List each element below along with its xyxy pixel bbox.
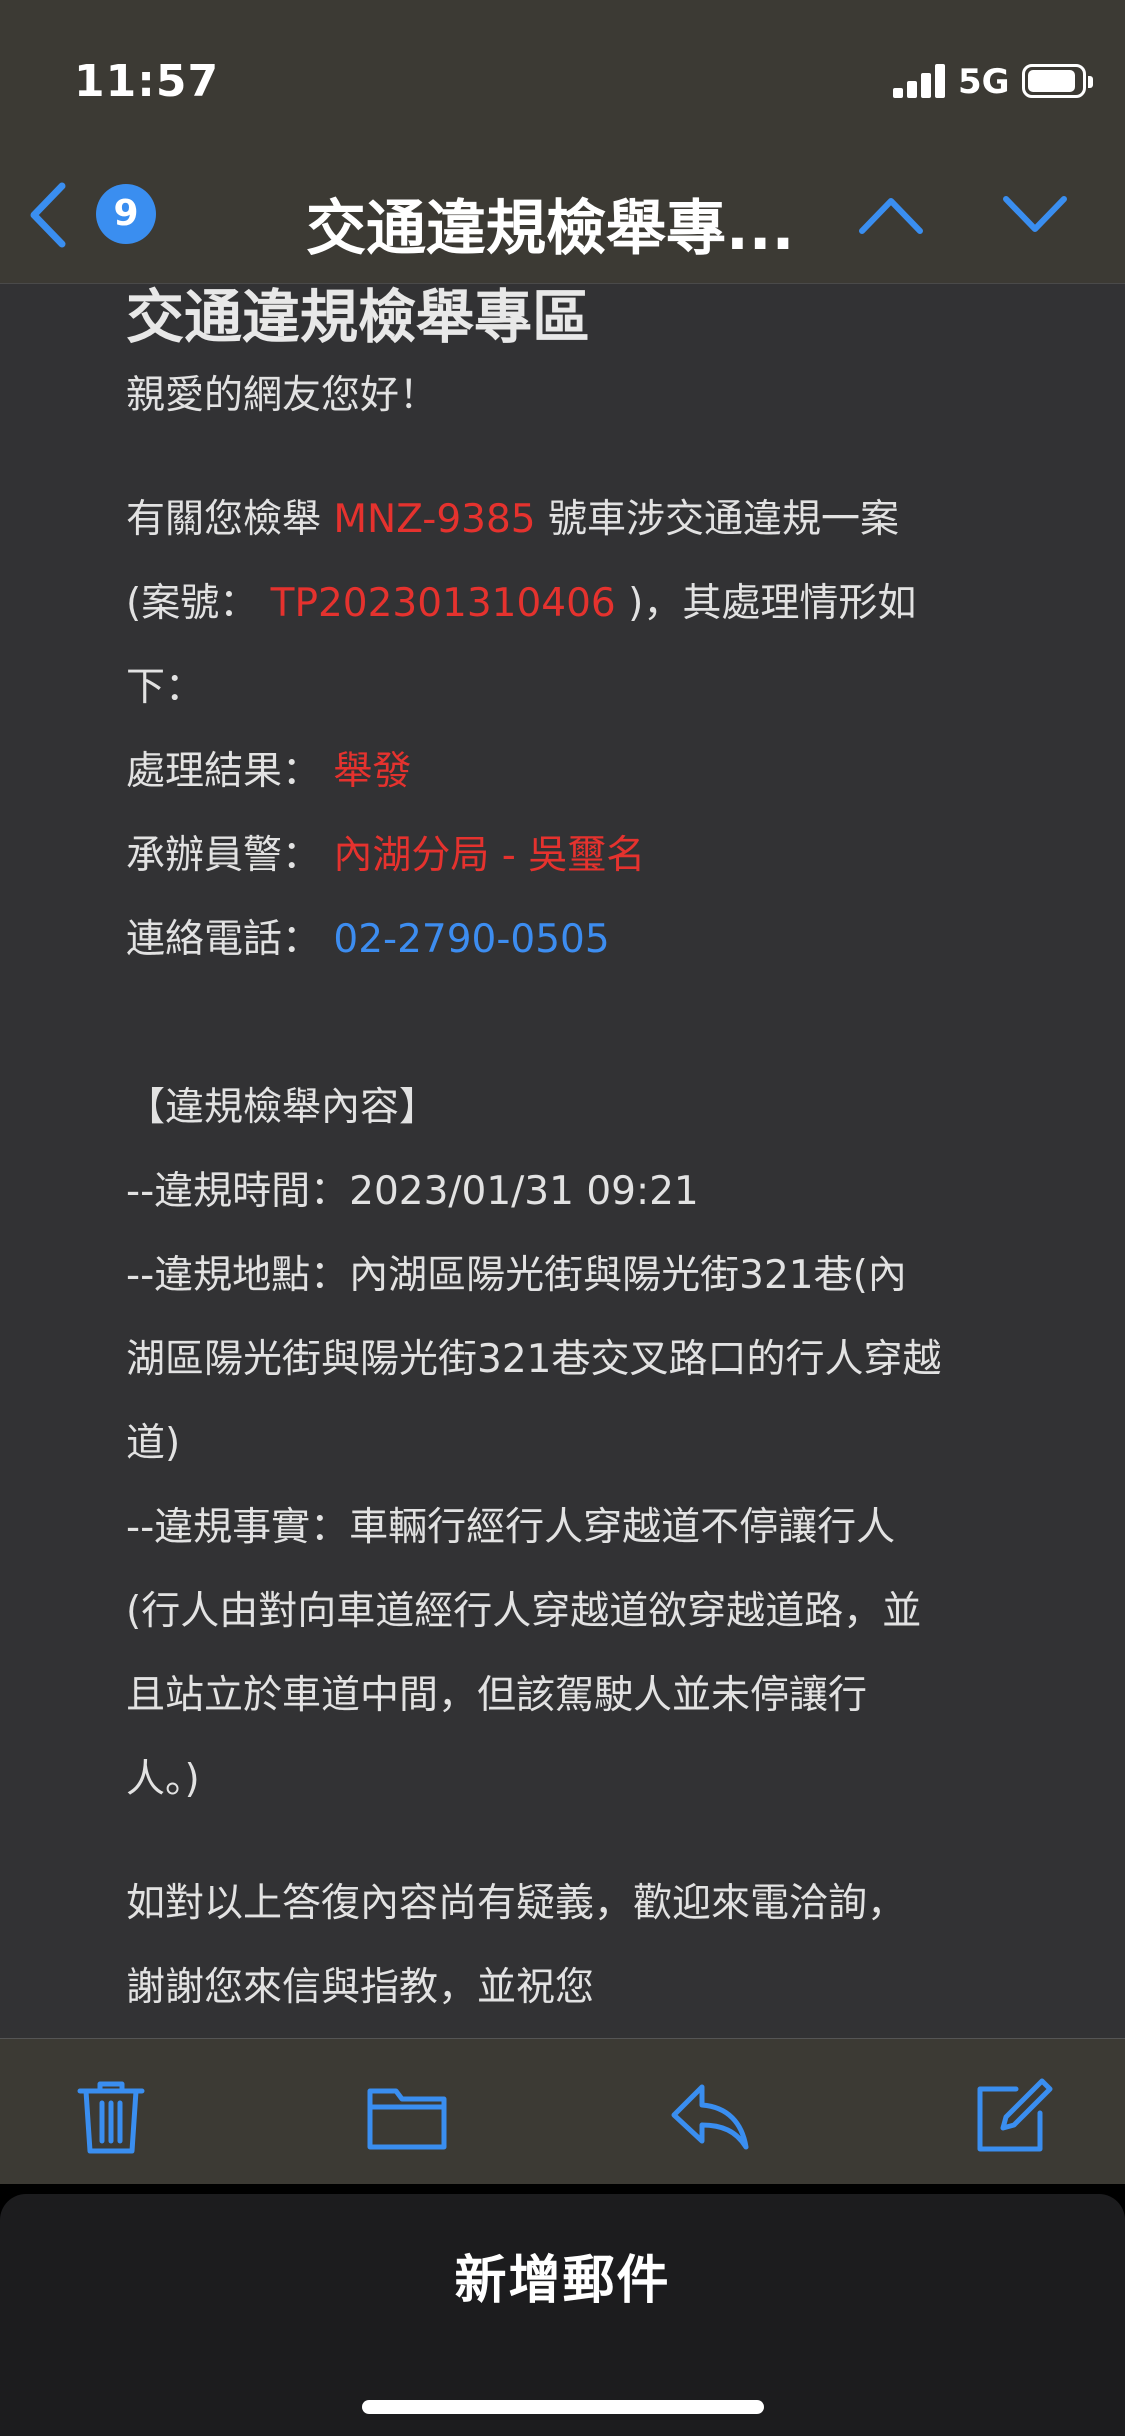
closing-line-2: 謝謝您來信與指教，並祝您: [126, 1965, 595, 2010]
result-label: 處理結果：: [126, 749, 334, 794]
mail-toolbar: [0, 2038, 1125, 2184]
case-suffix: )，其處理情形如: [615, 581, 917, 626]
phone-link[interactable]: 02-2790-0505: [333, 917, 609, 962]
case-number: TP202301310406: [270, 581, 616, 626]
case-tail: 下：: [126, 665, 205, 710]
violation-fact-1: --違規事實：車輛行經行人穿越道不停讓行人: [126, 1505, 896, 1550]
compose-icon[interactable]: [972, 2075, 1054, 2157]
closing-line-1: 如對以上答復內容尚有疑義，歡迎來電洽詢，: [126, 1881, 907, 1926]
violation-time: --違規時間：2023/01/31 09:21: [126, 1169, 699, 1214]
case-prefix: (案號：: [126, 581, 271, 626]
plate-number: MNZ-9385: [333, 497, 536, 542]
phone-label: 連絡電話：: [126, 917, 334, 962]
new-mail-sheet[interactable]: 新增郵件: [0, 2194, 1125, 2436]
greeting: 親愛的網友您好！: [126, 373, 439, 418]
violation-location-2: 湖區陽光街與陽光街321巷交叉路口的行人穿越: [126, 1337, 942, 1382]
trash-icon[interactable]: [70, 2075, 152, 2157]
violation-fact-3: 且站立於車道中間，但該駕駛人並未停讓行: [126, 1673, 868, 1718]
officer-label: 承辦員警：: [126, 833, 334, 878]
email-heading: 交通違規檢舉專區: [126, 283, 591, 351]
violation-fact-4: 人。): [126, 1757, 200, 1802]
nav-title: 交通違規檢舉專...: [306, 194, 795, 264]
section-title: 【違規檢舉內容】: [126, 1085, 439, 1130]
officer-value: 內湖分局 - 吳璽名: [333, 833, 646, 878]
violation-fact-2: (行人由對向車道經行人穿越道欲穿越道路，並: [126, 1589, 922, 1634]
officer-line: 承辦員警： 內湖分局 - 吳璽名: [126, 814, 1026, 898]
home-indicator[interactable]: [362, 2400, 764, 2414]
status-time: 11:57: [74, 56, 220, 107]
new-mail-title[interactable]: 新增郵件: [0, 2238, 1125, 2313]
chevron-left-icon[interactable]: [26, 180, 70, 250]
reply-icon[interactable]: [668, 2075, 750, 2157]
chevron-down-icon[interactable]: [1002, 195, 1068, 235]
folder-icon[interactable]: [366, 2075, 448, 2157]
violation-location-3: 道): [126, 1421, 181, 1466]
signal-icon: [893, 64, 945, 98]
violation-location-1: --違規地點：內湖區陽光街與陽光街321巷(內: [126, 1253, 907, 1298]
email-body[interactable]: 交通違規檢舉專區 親愛的網友您好！ 有關您檢舉 MNZ-9385 號車涉交通違規…: [0, 283, 1125, 2038]
case-line: (案號： TP202301310406 )，其處理情形如: [126, 562, 1026, 646]
email-content: 交通違規檢舉專區 親愛的網友您好！ 有關您檢舉 MNZ-9385 號車涉交通違規…: [126, 284, 1026, 2030]
top-bar: 11:57 5G 9 交通違規檢舉專...: [0, 0, 1125, 283]
intro-prefix: 有關您檢舉: [126, 497, 334, 542]
intro-line: 有關您檢舉 MNZ-9385 號車涉交通違規一案: [126, 478, 1026, 562]
intro-suffix: 號車涉交通違規一案: [535, 497, 899, 542]
result-line: 處理結果： 舉發: [126, 730, 1026, 814]
network-label: 5G: [958, 62, 1010, 102]
phone-line: 連絡電話： 02-2790-0505: [126, 898, 1026, 982]
unread-count-badge[interactable]: 9: [96, 184, 156, 244]
result-value: 舉發: [333, 749, 412, 794]
battery-icon: [1022, 64, 1093, 98]
separator: [0, 2184, 1125, 2194]
chevron-up-icon[interactable]: [858, 195, 924, 235]
